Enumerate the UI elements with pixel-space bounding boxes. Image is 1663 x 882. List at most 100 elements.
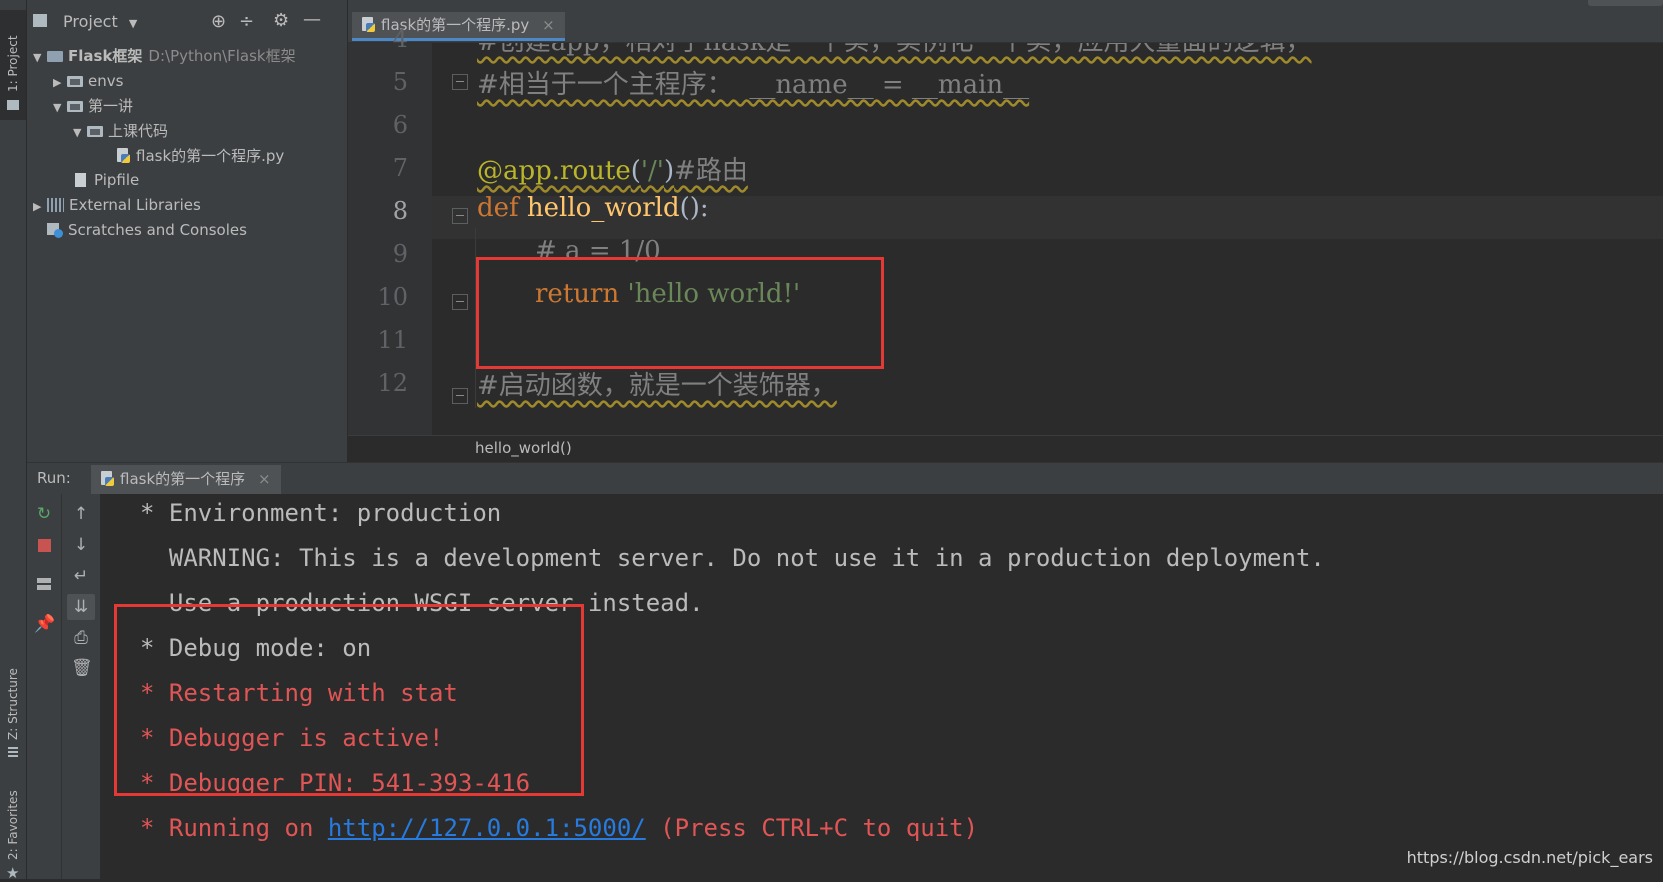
python-file-icon xyxy=(117,148,131,164)
run-toolbar-secondary: ↑ ↓ ↵ ⇊ ⎙ 🗑 xyxy=(62,494,101,879)
console-line: * Environment: production xyxy=(140,499,502,527)
paren-token: ( xyxy=(630,156,641,186)
collapse-arrow-icon: ▶ xyxy=(33,200,42,213)
tree-item-class-code[interactable]: ▼ 上课代码 xyxy=(73,119,168,143)
project-view-selector[interactable]: Project ▼ xyxy=(63,12,137,31)
run-tab-label: flask的第一个程序 xyxy=(120,470,246,488)
tree-item-root[interactable]: ▼ Flask框架 D:\Python\Flask框架 xyxy=(33,44,296,68)
project-view-label: Project xyxy=(63,12,118,31)
keyword-token: def xyxy=(477,193,519,223)
tool-tab-structure-label: Z: Structure xyxy=(6,668,20,740)
folder-icon xyxy=(87,126,103,137)
pin-icon[interactable]: 📌 xyxy=(34,614,55,634)
layout-icon[interactable] xyxy=(34,574,54,594)
run-label: Run: xyxy=(37,469,71,487)
project-panel: Project ▼ ⊕ ÷ ⚙ — ▼ Flask框架 D:\Python\Flas… xyxy=(27,0,348,462)
python-run-icon xyxy=(101,471,115,487)
tree-item-scratches[interactable]: Scratches and Consoles xyxy=(47,218,247,242)
folder-icon xyxy=(7,100,19,110)
line-number: 10 xyxy=(377,283,408,311)
code-line-4: #创建app，相对于flask是一个实，实例化一个实，应用大量面的逻辑， xyxy=(477,43,1312,58)
server-url-link[interactable]: http://127.0.0.1:5000/ xyxy=(328,814,646,842)
function-name-token: hello_world xyxy=(526,193,680,223)
line-number: 8 xyxy=(392,197,408,225)
line-number: 11 xyxy=(377,326,408,354)
watermark: https://blog.csdn.net/pick_ears xyxy=(1406,848,1653,867)
tool-tab-project-label: 1: Project xyxy=(6,35,20,92)
tree-item-label: External Libraries xyxy=(69,196,201,214)
tree-item-flask-file[interactable]: flask的第一个程序.py xyxy=(117,144,284,168)
highlight-box-return xyxy=(476,257,884,369)
star-icon: ★ xyxy=(6,864,20,882)
project-folder-icon xyxy=(33,14,47,27)
paren-token: ) xyxy=(663,156,675,186)
up-arrow-icon[interactable]: ↑ xyxy=(71,504,91,524)
tree-item-lecture1[interactable]: ▼ 第一讲 xyxy=(53,94,133,118)
tree-item-label: flask的第一个程序.py xyxy=(136,147,285,165)
code-line-5: #相当于一个主程序： __name__ = __main__ xyxy=(477,70,1030,100)
collapse-all-icon[interactable]: ÷ xyxy=(239,11,254,32)
code-line-12: #启动函数，就是一个装饰器， xyxy=(477,371,837,401)
breadcrumb: hello_world() xyxy=(348,435,1663,462)
soft-wrap-icon[interactable]: ↵ xyxy=(71,566,91,586)
gear-icon[interactable]: ⚙ xyxy=(273,10,289,31)
close-icon[interactable]: × xyxy=(258,470,271,488)
comment-token: #路由 xyxy=(674,156,748,186)
folder-icon xyxy=(67,101,83,112)
code-line-8: def hello_world(): xyxy=(477,193,709,223)
tool-tab-favorites-label: 2: Favorites xyxy=(6,790,20,860)
tree-item-pipfile[interactable]: Pipfile xyxy=(75,168,139,192)
line-number: 4 xyxy=(392,25,408,53)
tree-item-label: Flask框架 xyxy=(68,47,143,65)
console-line: WARNING: This is a development server. D… xyxy=(140,544,1325,572)
line-number: 12 xyxy=(377,369,408,397)
library-icon xyxy=(47,198,64,212)
breadcrumb-item[interactable]: hello_world() xyxy=(475,439,572,457)
left-tool-stripe: 1: Project Z: Structure 2: Favorites ★ xyxy=(0,0,27,882)
minimize-icon[interactable]: — xyxy=(303,9,321,30)
tree-item-label: envs xyxy=(88,72,124,90)
running-suffix: (Press CTRL+C to quit) xyxy=(645,814,979,842)
locate-icon[interactable]: ⊕ xyxy=(211,11,226,32)
line-number: 9 xyxy=(392,240,408,268)
tree-item-label: 上课代码 xyxy=(108,122,169,140)
tree-item-label: Scratches and Consoles xyxy=(68,221,247,239)
string-token: '/' xyxy=(640,156,664,186)
highlight-box-debug xyxy=(114,604,584,796)
expand-arrow-icon: ▼ xyxy=(33,51,42,64)
collapse-arrow-icon: ▶ xyxy=(53,76,62,89)
line-number: 5 xyxy=(392,68,408,96)
scroll-to-end-icon[interactable]: ⇊ xyxy=(67,594,95,620)
run-tab[interactable]: flask的第一个程序 × xyxy=(91,465,281,495)
down-arrow-icon[interactable]: ↓ xyxy=(71,535,91,555)
console-line-running: * Running on http://127.0.0.1:5000/ (Pre… xyxy=(140,814,978,842)
tree-item-label: Pipfile xyxy=(94,171,140,189)
close-icon[interactable]: × xyxy=(542,16,555,34)
code-line-7: @app.route('/')#路由 xyxy=(477,150,748,187)
stop-icon[interactable] xyxy=(34,535,54,555)
project-panel-header: Project ▼ ⊕ ÷ ⚙ — xyxy=(27,9,347,42)
rerun-icon[interactable]: ↻ xyxy=(34,504,54,524)
tree-item-path: D:\Python\Flask框架 xyxy=(148,47,296,65)
window-control[interactable] xyxy=(1588,0,1663,6)
editor-tab-bar: flask的第一个程序.py × xyxy=(348,0,1663,43)
tree-item-external-libraries[interactable]: ▶ External Libraries xyxy=(33,193,201,217)
punctuation-token: (): xyxy=(679,193,709,223)
code-lines: #创建app，相对于flask是一个实，实例化一个实，应用大量面的逻辑， #相当… xyxy=(432,43,1663,435)
print-icon[interactable]: ⎙ xyxy=(71,628,91,648)
run-panel-header: Run: flask的第一个程序 × xyxy=(27,462,1663,495)
tool-tab-project[interactable]: 1: Project xyxy=(0,10,26,120)
structure-icon xyxy=(8,747,18,757)
run-toolbar-primary: ↻ 📌 xyxy=(27,494,62,879)
tool-tab-favorites[interactable]: 2: Favorites ★ xyxy=(0,780,26,882)
chevron-down-icon: ▼ xyxy=(128,17,138,30)
scratches-icon xyxy=(47,222,63,238)
trash-icon[interactable]: 🗑 xyxy=(71,658,93,678)
line-number: 7 xyxy=(392,154,408,182)
tool-tab-structure[interactable]: Z: Structure xyxy=(0,660,26,760)
folder-icon xyxy=(67,76,83,87)
expand-arrow-icon: ▼ xyxy=(53,101,62,114)
tree-item-envs[interactable]: ▶ envs xyxy=(53,69,123,93)
decorator-token: @app.route xyxy=(477,156,631,186)
tree-item-label: 第一讲 xyxy=(88,97,134,115)
